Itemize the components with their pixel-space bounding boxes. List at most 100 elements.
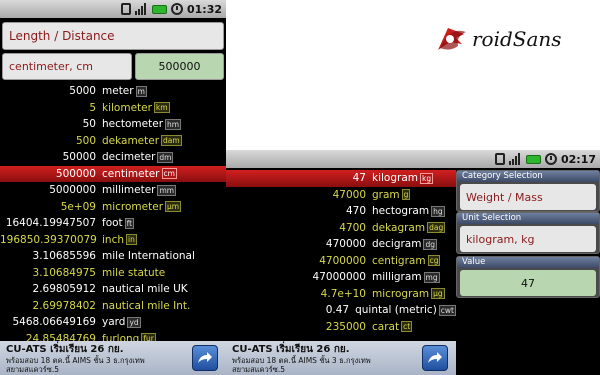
status-time: 01:32	[186, 2, 222, 16]
row-abbr: km	[153, 102, 170, 114]
row-value: 4700	[339, 221, 366, 234]
list-item[interactable]: 3.10684975 mile statute	[0, 265, 226, 282]
ad-banner[interactable]: CU-ATS เริ่มเรียน 26 กย. พร้อมสอบ 18 ตค.…	[0, 341, 226, 375]
status-bar-right: 02:17	[226, 150, 600, 168]
usb-icon	[120, 3, 131, 15]
ad-share-button[interactable]	[192, 345, 218, 371]
row-value: 50	[82, 118, 96, 131]
status-time: 02:17	[560, 152, 596, 166]
category-selector[interactable]: Length / Distance	[2, 22, 224, 50]
ad-banner-right[interactable]: CU-ATS เริ่มเรียน 26 กย. พร้อมสอบ 18 ตค.…	[226, 341, 456, 375]
list-item[interactable]: 500 dekameter dam	[0, 133, 226, 150]
battery-icon	[151, 4, 167, 14]
category-panel: Category Selection Weight / Mass	[456, 170, 600, 212]
row-value: 500000	[55, 167, 96, 180]
ad-line-2: สยามสแควร์ซ.5	[6, 365, 60, 374]
row-abbr: dm	[157, 151, 174, 163]
conversion-list[interactable]: 5000 meter m 5 kilometer km 50 hectometer hm 5…	[0, 83, 226, 347]
row-unit: micrometer	[102, 200, 164, 213]
list-item[interactable]: 3.10685596 mile International	[0, 248, 226, 265]
row-value: 47000	[332, 188, 366, 201]
list-item[interactable]: 470 hectogram hg	[226, 203, 456, 220]
row-value: 4700000	[319, 254, 366, 267]
row-abbr: m	[135, 85, 147, 97]
list-item[interactable]: 235000 carat ct	[226, 319, 456, 336]
value-panel: Value 47	[456, 256, 600, 298]
row-abbr: yd	[127, 316, 141, 328]
unit-selector[interactable]: centimeter, cm	[2, 53, 132, 80]
list-item[interactable]: 5468.06649169 yard yd	[0, 314, 226, 331]
list-item[interactable]: 47000000 milligram mg	[226, 269, 456, 286]
list-item[interactable]: 5000000 millimeter mm	[0, 182, 226, 199]
droidsans-logo: roidSans	[432, 18, 582, 60]
list-item[interactable]: 196850.39370079 inch in	[0, 232, 226, 249]
value-input[interactable]: 500000	[135, 53, 224, 80]
row-abbr: mm	[157, 184, 177, 196]
row-value: 3.10685596	[32, 250, 96, 263]
row-value: 3.10684975	[32, 266, 96, 279]
row-unit: dekagram	[372, 221, 426, 234]
ad-share-button[interactable]	[422, 345, 448, 371]
list-item[interactable]: 47000 gram g	[226, 187, 456, 204]
ad-line-1: พร้อมสอบ 18 ตค.นี้ AIMS ชั้น 3 ธ.กรุงเทพ	[6, 356, 145, 365]
unit-selector-right[interactable]: kilogram, kg	[460, 226, 596, 252]
row-abbr: ft	[124, 217, 135, 229]
row-value: 5468.06649169	[12, 316, 96, 329]
value-text: 500000	[158, 60, 201, 73]
list-item[interactable]: 5e+09 micrometer µm	[0, 199, 226, 216]
row-unit: kilometer	[102, 101, 152, 114]
list-item[interactable]: 2.69805912 nautical mile UK	[0, 281, 226, 298]
arrow-icon	[428, 352, 442, 363]
row-unit: foot	[102, 217, 123, 230]
row-unit: yard	[102, 316, 126, 329]
row-value: 5000	[69, 85, 96, 98]
list-item[interactable]: 5 kilometer km	[0, 100, 226, 117]
signal-icon	[508, 153, 522, 165]
ad-line-1: พร้อมสอบ 18 ตค.นี้ AIMS ชั้น 3 ธ.กรุงเทพ	[232, 356, 371, 365]
row-value: 470	[345, 205, 366, 218]
row-value: 500	[75, 134, 96, 147]
row-abbr: dag	[427, 222, 446, 234]
row-abbr: µg	[431, 288, 445, 300]
usb-icon	[494, 153, 505, 165]
row-unit: inch	[102, 233, 124, 246]
row-unit: meter	[102, 85, 134, 98]
row-abbr: g	[401, 189, 411, 201]
row-value: 5	[89, 101, 96, 114]
row-value: 5e+09	[60, 200, 96, 213]
row-value: 2.69978402	[32, 299, 96, 312]
value-text-right: 47	[521, 276, 535, 290]
list-item-selected[interactable]: 47 kilogram kg	[226, 170, 456, 187]
category-selector-right[interactable]: Weight / Mass	[460, 184, 596, 210]
row-value: 47000000	[312, 271, 366, 284]
row-unit: carat	[372, 320, 400, 333]
row-unit: mile International	[102, 250, 195, 263]
list-item[interactable]: 50 hectometer hm	[0, 116, 226, 133]
list-item[interactable]: 4700 dekagram dag	[226, 220, 456, 237]
list-item[interactable]: 50000 decimeter dm	[0, 149, 226, 166]
list-item[interactable]: 0.47 quintal (metric) cwt	[226, 302, 456, 319]
logo-text: roidSans	[472, 27, 562, 51]
row-unit: milligram	[372, 271, 422, 284]
alarm-icon	[544, 153, 557, 165]
row-unit: nautical mile UK	[102, 283, 188, 296]
list-item[interactable]: 2.69978402 nautical mile Int.	[0, 298, 226, 315]
row-value: 16404.19947507	[5, 217, 96, 230]
list-item[interactable]: 16404.19947507 foot ft	[0, 215, 226, 232]
value-input-right[interactable]: 47	[460, 270, 596, 296]
ad-title: CU-ATS เริ่มเรียน 26 กย.	[232, 344, 350, 355]
value-panel-title: Value	[457, 257, 599, 268]
list-item-selected[interactable]: 500000 centimeter cm	[0, 165, 226, 182]
row-abbr: µm	[165, 201, 182, 213]
row-abbr: kg	[419, 172, 434, 184]
conversion-list-right[interactable]: 47 kilogram kg 47000 gram g 470 hectogram hg 4…	[226, 170, 456, 335]
row-unit: decigram	[372, 238, 422, 251]
list-item[interactable]: 5000 meter m	[0, 83, 226, 100]
row-abbr: mg	[423, 271, 440, 283]
list-item[interactable]: 4700000 centigram cg	[226, 253, 456, 270]
battery-icon	[525, 154, 541, 164]
list-item[interactable]: 470000 decigram dg	[226, 236, 456, 253]
category-label: Length / Distance	[9, 29, 115, 43]
row-value: 196850.39370079	[0, 233, 97, 246]
list-item[interactable]: 4.7e+10 microgram µg	[226, 286, 456, 303]
